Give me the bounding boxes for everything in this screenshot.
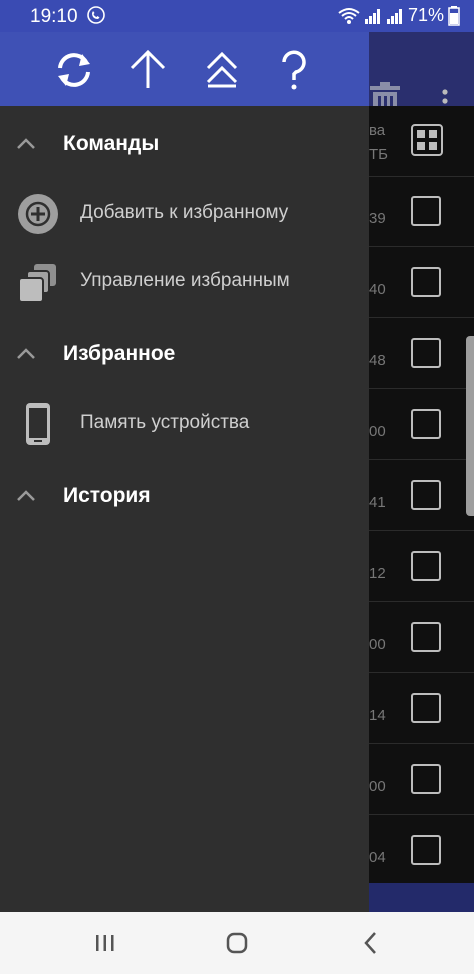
signal-icon [386,8,402,24]
section-history-header[interactable]: История [0,476,369,516]
list-row: ва ТБ [369,106,474,177]
list-row[interactable]: 00 [369,602,474,673]
row-text: 00 [369,423,386,440]
chevron-up-icon [17,490,35,501]
drawer-item-add-favorite[interactable]: Добавить к избранному [0,184,369,244]
row-text: 40 [369,281,386,298]
row-checkbox[interactable] [411,551,441,581]
list-row[interactable]: 41 [369,460,474,531]
navigation-drawer: Команды Добавить к избранному Управление… [0,32,369,912]
row-text: ТБ [369,146,389,163]
copy-stack-icon [18,264,56,303]
row-text: 14 [369,707,386,724]
row-text: 00 [369,636,386,653]
row-checkbox[interactable] [411,835,441,865]
section-title: Избранное [63,342,176,365]
drawer-item-manage-favorites[interactable]: Управление избранным [0,252,369,312]
drawer-item-label: Добавить к избранному [80,202,289,223]
row-text: 04 [369,849,386,866]
status-icons: 71% [338,5,460,26]
row-text: ва [369,122,386,139]
row-checkbox[interactable] [411,480,441,510]
refresh-icon[interactable] [52,48,96,92]
collapse-all-icon[interactable] [200,48,244,92]
drawer-item-device-storage[interactable]: Память устройства [0,394,369,454]
chevron-up-icon [17,138,35,149]
status-bar: 19:10 71% [0,0,474,32]
row-checkbox[interactable] [411,764,441,794]
grid-view-icon[interactable] [411,124,443,156]
wifi-icon [338,7,360,24]
call-forward-icon [87,6,105,24]
drawer-header [0,32,369,106]
scrollbar-handle[interactable] [466,336,474,516]
app-bottom-bar [369,883,474,912]
list-row[interactable]: 00 [369,744,474,815]
section-commands-header[interactable]: Команды [0,124,369,164]
section-title: Команды [63,132,160,155]
phone-icon [26,403,50,445]
list-row[interactable]: 00 [369,389,474,460]
battery-percent: 71% [407,5,444,25]
list-row[interactable]: 04 [369,815,474,886]
signal-icon [364,8,380,24]
row-text: 00 [369,778,386,795]
row-checkbox[interactable] [411,693,441,723]
drawer-item-label: Управление избранным [80,270,290,291]
row-text: 39 [369,210,386,227]
section-favorites-header[interactable]: Избранное [0,334,369,374]
row-checkbox[interactable] [411,409,441,439]
file-list: ва ТБ 39 40 48 00 41 12 00 14 00 04 [369,106,474,912]
row-text: 12 [369,565,386,582]
drawer-item-label: Память устройства [80,412,250,433]
add-circle-icon [18,194,58,234]
row-checkbox[interactable] [411,196,441,226]
battery-icon [448,5,460,26]
list-row[interactable]: 39 [369,176,474,247]
row-checkbox[interactable] [411,267,441,297]
row-checkbox[interactable] [411,622,441,652]
list-row[interactable]: 48 [369,318,474,389]
list-row[interactable]: 14 [369,673,474,744]
section-title: История [63,484,151,507]
row-text: 48 [369,352,386,369]
chevron-up-icon [17,348,35,359]
back-icon[interactable] [356,928,386,958]
up-arrow-icon[interactable] [126,48,170,92]
system-nav-bar [0,912,474,974]
status-time: 19:10 [30,6,78,27]
row-text: 41 [369,494,386,511]
row-checkbox[interactable] [411,338,441,368]
list-row[interactable]: 40 [369,247,474,318]
list-row[interactable]: 12 [369,531,474,602]
home-icon[interactable] [222,928,252,958]
help-icon[interactable] [272,48,316,92]
recent-apps-icon[interactable] [90,928,120,958]
